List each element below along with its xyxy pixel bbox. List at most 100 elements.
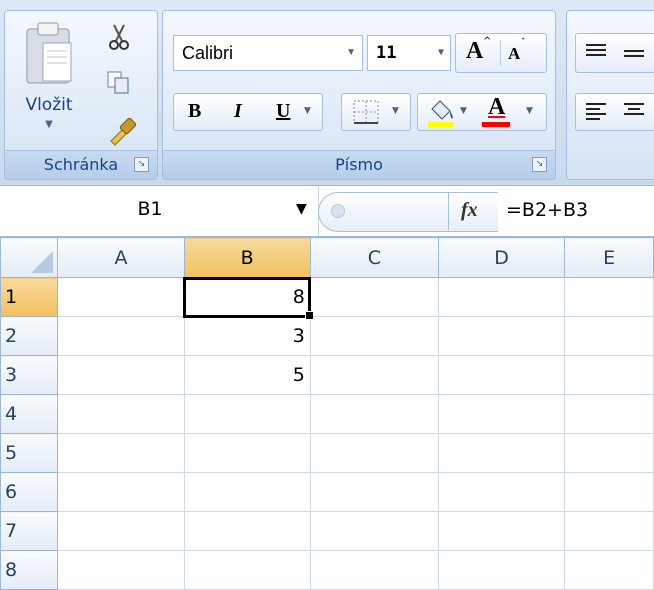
cell-a5[interactable] xyxy=(57,433,185,473)
select-all-corner[interactable] xyxy=(0,237,59,278)
cell-e2[interactable] xyxy=(564,316,654,356)
font-size-combo[interactable]: 11 ▼ xyxy=(367,35,451,71)
bold-button[interactable]: B I U ▼ xyxy=(173,93,323,131)
grow-font-button[interactable]: A ^ A ˇ xyxy=(455,33,547,73)
font-name-dropdown-icon[interactable]: ▼ xyxy=(346,36,356,70)
clipboard-dialog-launcher-icon[interactable]: ↘ xyxy=(134,157,149,172)
row-header-2[interactable]: 2 xyxy=(0,316,59,356)
cell-b1[interactable]: 8 xyxy=(183,276,314,320)
grow-font-icon: A xyxy=(466,38,484,64)
italic-icon[interactable]: I xyxy=(234,100,242,123)
cell-e4[interactable] xyxy=(564,394,654,434)
copy-button[interactable] xyxy=(105,69,137,99)
cell-c4[interactable] xyxy=(309,394,439,434)
table-row: 4 xyxy=(0,394,654,434)
row-header-8[interactable]: 8 xyxy=(0,550,59,590)
row-header-1[interactable]: 1 xyxy=(0,277,59,317)
cell-d3[interactable] xyxy=(437,355,566,395)
font-dialog-launcher-icon[interactable]: ↘ xyxy=(532,157,547,172)
column-header-d[interactable]: D xyxy=(437,237,566,278)
borders-button[interactable]: ▼ xyxy=(341,93,411,131)
formula-input[interactable]: =B2+B3 xyxy=(500,186,654,236)
cell-b6[interactable] xyxy=(183,472,311,512)
alignment-group xyxy=(566,10,654,180)
cell-d6[interactable] xyxy=(437,472,566,512)
format-painter-button[interactable] xyxy=(105,115,141,151)
column-header-b[interactable]: B xyxy=(183,237,311,278)
font-size-dropdown-icon[interactable]: ▼ xyxy=(438,36,444,70)
font-name-combo[interactable]: Calibri ▼ xyxy=(173,35,363,71)
row-header-7[interactable]: 7 xyxy=(0,511,59,551)
cell-b3[interactable]: 5 xyxy=(183,355,311,395)
format-painter-brush-icon xyxy=(110,117,137,146)
cell-e8[interactable] xyxy=(564,550,654,590)
row-header-5[interactable]: 5 xyxy=(0,433,59,473)
cell-b8[interactable] xyxy=(183,550,311,590)
row-header-3[interactable]: 3 xyxy=(0,355,59,395)
formula-splitter-handle[interactable] xyxy=(318,192,349,232)
name-box[interactable]: B1 ▼ xyxy=(0,186,319,236)
borders-dropdown-icon[interactable]: ▼ xyxy=(392,106,399,116)
cell-a2[interactable] xyxy=(57,316,185,356)
fill-color-dropdown-icon[interactable]: ▼ xyxy=(460,106,467,116)
align-top-button[interactable] xyxy=(575,33,654,73)
column-header-a[interactable]: A xyxy=(57,237,185,278)
cell-d5[interactable] xyxy=(437,433,566,473)
formula-bar: B1 ▼ fx =B2+B3 xyxy=(0,186,654,237)
fill-color-button[interactable]: ▼ A ▼ xyxy=(417,93,547,131)
cell-b5[interactable] xyxy=(183,433,311,473)
cell-c2[interactable] xyxy=(309,316,439,356)
underline-icon[interactable]: U xyxy=(276,100,290,123)
cell-a3[interactable] xyxy=(57,355,185,395)
sheet-table: A B C D E 1 8 2 3 3 5 4 5 6 7 8 xyxy=(0,237,654,590)
cell-c8[interactable] xyxy=(309,550,439,590)
splitter-circle-icon xyxy=(331,204,345,218)
cell-c5[interactable] xyxy=(309,433,439,473)
formula-text: =B2+B3 xyxy=(506,199,589,221)
paste-dropdown-icon[interactable]: ▼ xyxy=(13,119,85,130)
cell-b2[interactable]: 3 xyxy=(183,316,311,356)
name-box-dropdown-icon[interactable]: ▼ xyxy=(296,201,307,217)
table-row: 8 xyxy=(0,550,654,590)
shrink-font-icon: A xyxy=(508,44,521,63)
cell-a7[interactable] xyxy=(57,511,185,551)
cell-d8[interactable] xyxy=(437,550,566,590)
table-row: 3 5 xyxy=(0,355,654,395)
clipboard-group: Vložit ▼ Schránka ↘ xyxy=(4,10,158,180)
cell-c3[interactable] xyxy=(309,355,439,395)
cell-a1[interactable] xyxy=(57,277,185,317)
underline-dropdown-icon[interactable]: ▼ xyxy=(304,106,311,116)
align-left-button[interactable] xyxy=(575,93,654,131)
insert-function-button[interactable]: fx xyxy=(448,192,499,230)
cell-a6[interactable] xyxy=(57,472,185,512)
column-header-c[interactable]: C xyxy=(309,237,439,278)
paste-button[interactable]: Vložit ▼ xyxy=(13,15,85,135)
cell-c1[interactable] xyxy=(309,277,439,317)
cell-b7[interactable] xyxy=(183,511,311,551)
font-group: Calibri ▼ 11 ▼ A ^ A ˇ B I U ▼ ▼ ▼ A ▼ P… xyxy=(162,10,556,180)
cell-e3[interactable] xyxy=(564,355,654,395)
cell-d1[interactable] xyxy=(437,277,566,317)
cell-e6[interactable] xyxy=(564,472,654,512)
cell-d4[interactable] xyxy=(437,394,566,434)
font-color-dropdown-icon[interactable]: ▼ xyxy=(526,106,533,116)
shrink-caret-icon: ˇ xyxy=(521,38,526,48)
select-all-triangle-icon xyxy=(31,251,54,273)
cut-button[interactable] xyxy=(107,23,139,53)
row-header-4[interactable]: 4 xyxy=(0,394,59,434)
cell-d7[interactable] xyxy=(437,511,566,551)
cell-e1[interactable] xyxy=(564,277,654,317)
cell-a4[interactable] xyxy=(57,394,185,434)
copy-icon xyxy=(107,71,129,94)
cell-a8[interactable] xyxy=(57,550,185,590)
cell-b4[interactable] xyxy=(183,394,311,434)
table-row: 7 xyxy=(0,511,654,551)
column-header-e[interactable]: E xyxy=(564,237,654,278)
cell-e5[interactable] xyxy=(564,433,654,473)
cell-e7[interactable] xyxy=(564,511,654,551)
row-header-6[interactable]: 6 xyxy=(0,472,59,512)
cell-d2[interactable] xyxy=(437,316,566,356)
cell-c6[interactable] xyxy=(309,472,439,512)
cell-c7[interactable] xyxy=(309,511,439,551)
fill-handle[interactable] xyxy=(304,311,314,320)
